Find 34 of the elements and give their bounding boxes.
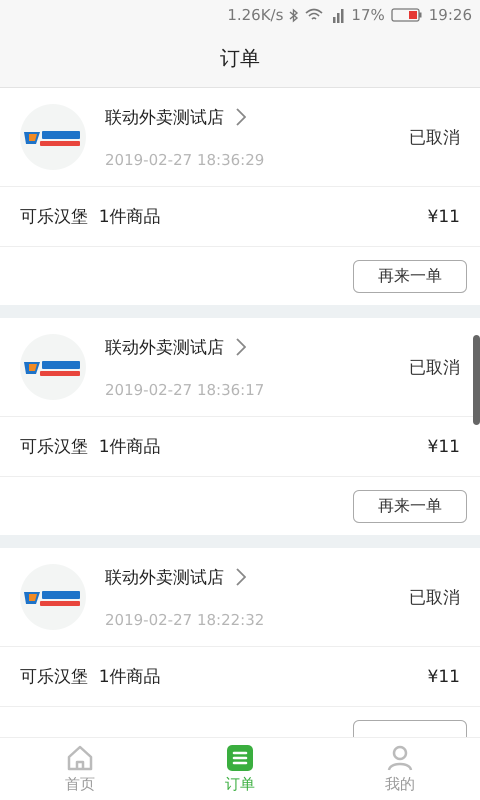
list-icon xyxy=(227,744,253,770)
store-name[interactable]: 联动外卖测试店 xyxy=(105,336,224,358)
reorder-button[interactable]: 再来一单 xyxy=(353,260,467,292)
store-logo-icon xyxy=(20,104,86,170)
home-icon xyxy=(66,744,94,770)
order-items: 可乐汉堡 1件商品 xyxy=(20,206,161,228)
store-logo-icon xyxy=(20,334,86,400)
chevron-right-icon xyxy=(236,568,246,586)
battery-percent: 17% xyxy=(351,6,385,24)
order-time: 2019-02-27 18:22:32 xyxy=(105,610,266,628)
order-items: 可乐汉堡 1件商品 xyxy=(20,666,161,688)
chevron-right-icon xyxy=(236,338,246,356)
bluetooth-icon xyxy=(289,8,300,22)
scrollbar[interactable] xyxy=(473,335,480,425)
order-time: 2019-02-27 18:36:29 xyxy=(105,150,266,168)
reorder-button[interactable]: 再来一单 xyxy=(353,490,467,522)
order-time: 2019-02-27 18:36:17 xyxy=(105,380,266,398)
chevron-right-icon xyxy=(236,108,246,126)
order-price: ¥11 xyxy=(428,206,460,226)
order-status: 已取消 xyxy=(409,356,460,378)
store-logo-icon xyxy=(20,564,86,630)
order-status: 已取消 xyxy=(409,126,460,148)
clock: 19:26 xyxy=(428,6,472,24)
order-items: 可乐汉堡 1件商品 xyxy=(20,436,161,458)
order-status: 已取消 xyxy=(409,586,460,608)
store-name[interactable]: 联动外卖测试店 xyxy=(105,106,224,128)
order-price: ¥11 xyxy=(428,436,460,456)
battery-icon xyxy=(390,8,423,22)
order-price: ¥11 xyxy=(428,666,460,686)
store-name[interactable]: 联动外卖测试店 xyxy=(105,566,224,588)
network-speed: 1.26K/s xyxy=(227,6,284,24)
person-icon xyxy=(387,744,413,770)
page-title: 订单 xyxy=(220,45,260,72)
wifi-icon xyxy=(305,8,324,22)
